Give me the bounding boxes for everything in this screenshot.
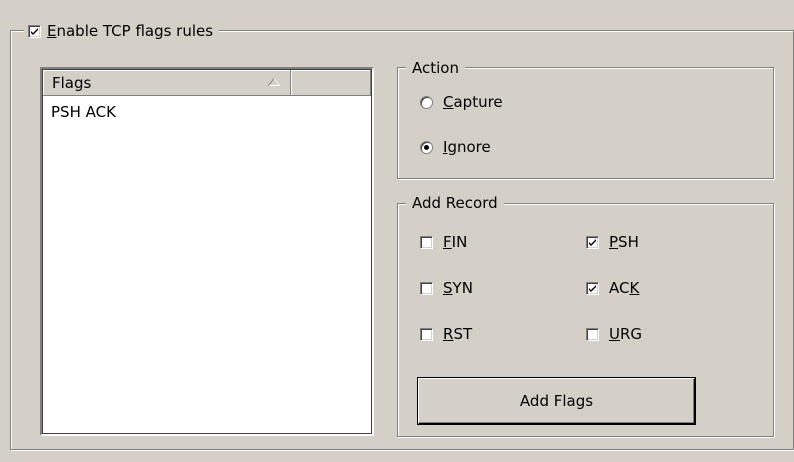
action-group xyxy=(397,67,774,179)
enable-tcp-flags-checkbox-row[interactable]: Enable TCP flags rules xyxy=(24,20,220,42)
enable-tcp-flags-checkbox[interactable] xyxy=(28,24,41,38)
add-record-group-title: Add Record xyxy=(406,193,504,213)
flags-list[interactable]: Flags PSH ACK xyxy=(40,67,374,436)
fin-checkbox[interactable] xyxy=(420,235,433,249)
flags-column-label: Flags xyxy=(52,73,92,92)
urg-label: URG xyxy=(609,325,643,343)
list-item[interactable]: PSH ACK xyxy=(51,103,116,121)
flags-list-body: PSH ACK xyxy=(51,103,116,121)
ack-label: ACK xyxy=(609,279,640,297)
enable-tcp-flags-label: Enable TCP flags rules xyxy=(47,22,214,40)
rst-label: RST xyxy=(443,325,473,343)
psh-checkbox[interactable] xyxy=(586,235,599,249)
fin-checkbox-row[interactable]: FIN xyxy=(420,233,467,251)
flags-list-header: Flags xyxy=(43,70,371,96)
rst-checkbox[interactable] xyxy=(420,327,433,341)
ack-checkbox[interactable] xyxy=(586,281,599,295)
syn-label: SYN xyxy=(443,279,473,297)
rst-checkbox-row[interactable]: RST xyxy=(420,325,472,343)
capture-label: Capture xyxy=(443,93,503,111)
psh-label: PSH xyxy=(609,233,639,251)
action-group-title: Action xyxy=(406,58,465,78)
urg-checkbox-row[interactable]: URG xyxy=(586,325,642,343)
syn-checkbox[interactable] xyxy=(420,281,433,295)
capture-radio-row[interactable]: Capture xyxy=(420,93,503,111)
ack-checkbox-row[interactable]: ACK xyxy=(586,279,639,297)
capture-radio[interactable] xyxy=(420,95,433,109)
psh-checkbox-row[interactable]: PSH xyxy=(586,233,639,251)
ignore-radio[interactable] xyxy=(420,140,433,154)
add-flags-button[interactable]: Add Flags xyxy=(418,378,695,424)
checkmark-icon xyxy=(589,238,596,246)
flags-column-header[interactable]: Flags xyxy=(43,70,291,96)
syn-checkbox-row[interactable]: SYN xyxy=(420,279,473,297)
checkmark-icon xyxy=(589,284,596,292)
fin-label: FIN xyxy=(443,233,468,251)
urg-checkbox[interactable] xyxy=(586,327,599,341)
ignore-label: Ignore xyxy=(443,138,491,156)
empty-column-header[interactable] xyxy=(291,70,371,96)
ignore-radio-row[interactable]: Ignore xyxy=(420,138,491,156)
checkmark-icon xyxy=(31,27,38,35)
sort-ascending-icon xyxy=(268,78,280,86)
